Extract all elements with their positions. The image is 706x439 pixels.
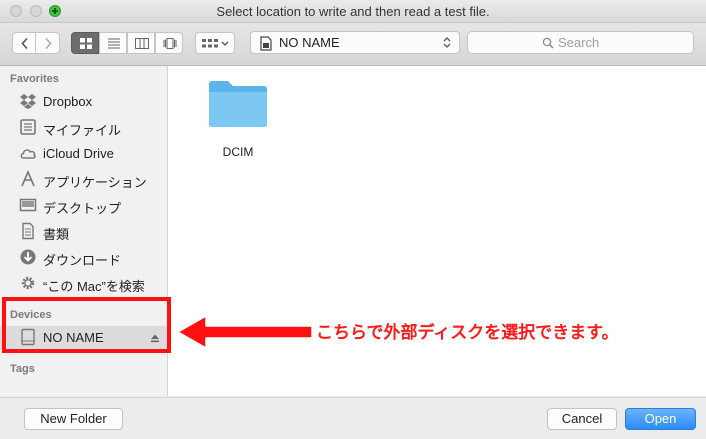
dropbox-icon xyxy=(20,94,36,109)
sidebar-item-applications[interactable]: アプリケーション xyxy=(0,168,167,192)
open-button[interactable]: Open xyxy=(625,408,696,430)
annotation-text: こちらで外部ディスクを選択できます。 xyxy=(316,323,619,342)
chevron-left-icon xyxy=(21,37,28,50)
sidebar-item-label: Dropbox xyxy=(43,94,93,109)
list-view-button[interactable] xyxy=(99,32,127,54)
annotation-arrow-icon xyxy=(176,314,313,350)
desktop-icon xyxy=(19,198,37,212)
sidebar-item-label: iCloud Drive xyxy=(43,146,114,161)
cloud-icon xyxy=(20,149,36,159)
sidebar-item-all-files[interactable]: マイファイル xyxy=(0,116,167,140)
updown-arrows-icon xyxy=(443,37,451,48)
location-popup[interactable]: NO NAME xyxy=(250,31,460,54)
search-icon xyxy=(542,37,554,49)
new-folder-button[interactable]: New Folder xyxy=(24,408,123,430)
gear-icon xyxy=(21,276,35,290)
sidebar-item-label: ダウンロード xyxy=(43,253,122,268)
window-title: Select location to write and then read a… xyxy=(216,4,490,19)
icon-view-button[interactable] xyxy=(71,32,99,54)
column-view-icon xyxy=(135,38,149,49)
arrange-button[interactable] xyxy=(195,32,235,54)
title-bar: Select location to write and then read a… xyxy=(0,0,706,23)
downloads-icon xyxy=(20,249,36,265)
list-view-icon xyxy=(108,38,120,49)
sidebar-item-label: 書類 xyxy=(43,227,70,242)
sidebar-item-downloads[interactable]: ダウンロード xyxy=(0,246,167,270)
tags-header: Tags xyxy=(10,363,35,375)
column-view-button[interactable] xyxy=(127,32,155,54)
sidebar-item-dropbox[interactable]: Dropbox xyxy=(0,90,167,114)
toolbar: NO NAME xyxy=(0,23,706,66)
arrange-grid-icon xyxy=(202,39,229,48)
sidebar-item-label: デスクトップ xyxy=(43,201,122,216)
forward-button[interactable] xyxy=(35,32,60,54)
cover-flow-icon xyxy=(163,38,177,49)
annotation-highlight-box xyxy=(2,297,171,353)
sidebar-item-search-this-mac[interactable]: “この Mac”を検索 xyxy=(0,272,167,296)
sidebar-item-label: マイファイル xyxy=(43,123,122,138)
favorites-header: Favorites xyxy=(10,73,59,85)
dialog-footer: New Folder Cancel Open xyxy=(0,397,706,439)
documents-icon xyxy=(22,222,34,240)
back-button[interactable] xyxy=(12,32,36,54)
icon-view-icon xyxy=(80,38,92,49)
all-files-icon xyxy=(20,119,36,135)
search-input[interactable] xyxy=(558,34,678,51)
cover-flow-view-button[interactable] xyxy=(155,32,183,54)
search-field[interactable] xyxy=(467,31,694,54)
applications-icon xyxy=(21,170,35,187)
sidebar-item-desktop[interactable]: デスクトップ xyxy=(0,194,167,218)
chevron-right-icon xyxy=(45,37,52,50)
location-popup-label: NO NAME xyxy=(279,35,340,50)
sd-card-icon xyxy=(260,36,272,51)
sidebar-item-icloud-drive[interactable]: iCloud Drive xyxy=(0,142,167,166)
cancel-button[interactable]: Cancel xyxy=(547,408,617,430)
folder-label: DCIM xyxy=(222,145,254,159)
sidebar-item-label: “この Mac”を検索 xyxy=(43,279,145,294)
sidebar-item-label: アプリケーション xyxy=(43,175,147,190)
sidebar-item-documents[interactable]: 書類 xyxy=(0,220,167,244)
folder-icon xyxy=(209,81,267,127)
